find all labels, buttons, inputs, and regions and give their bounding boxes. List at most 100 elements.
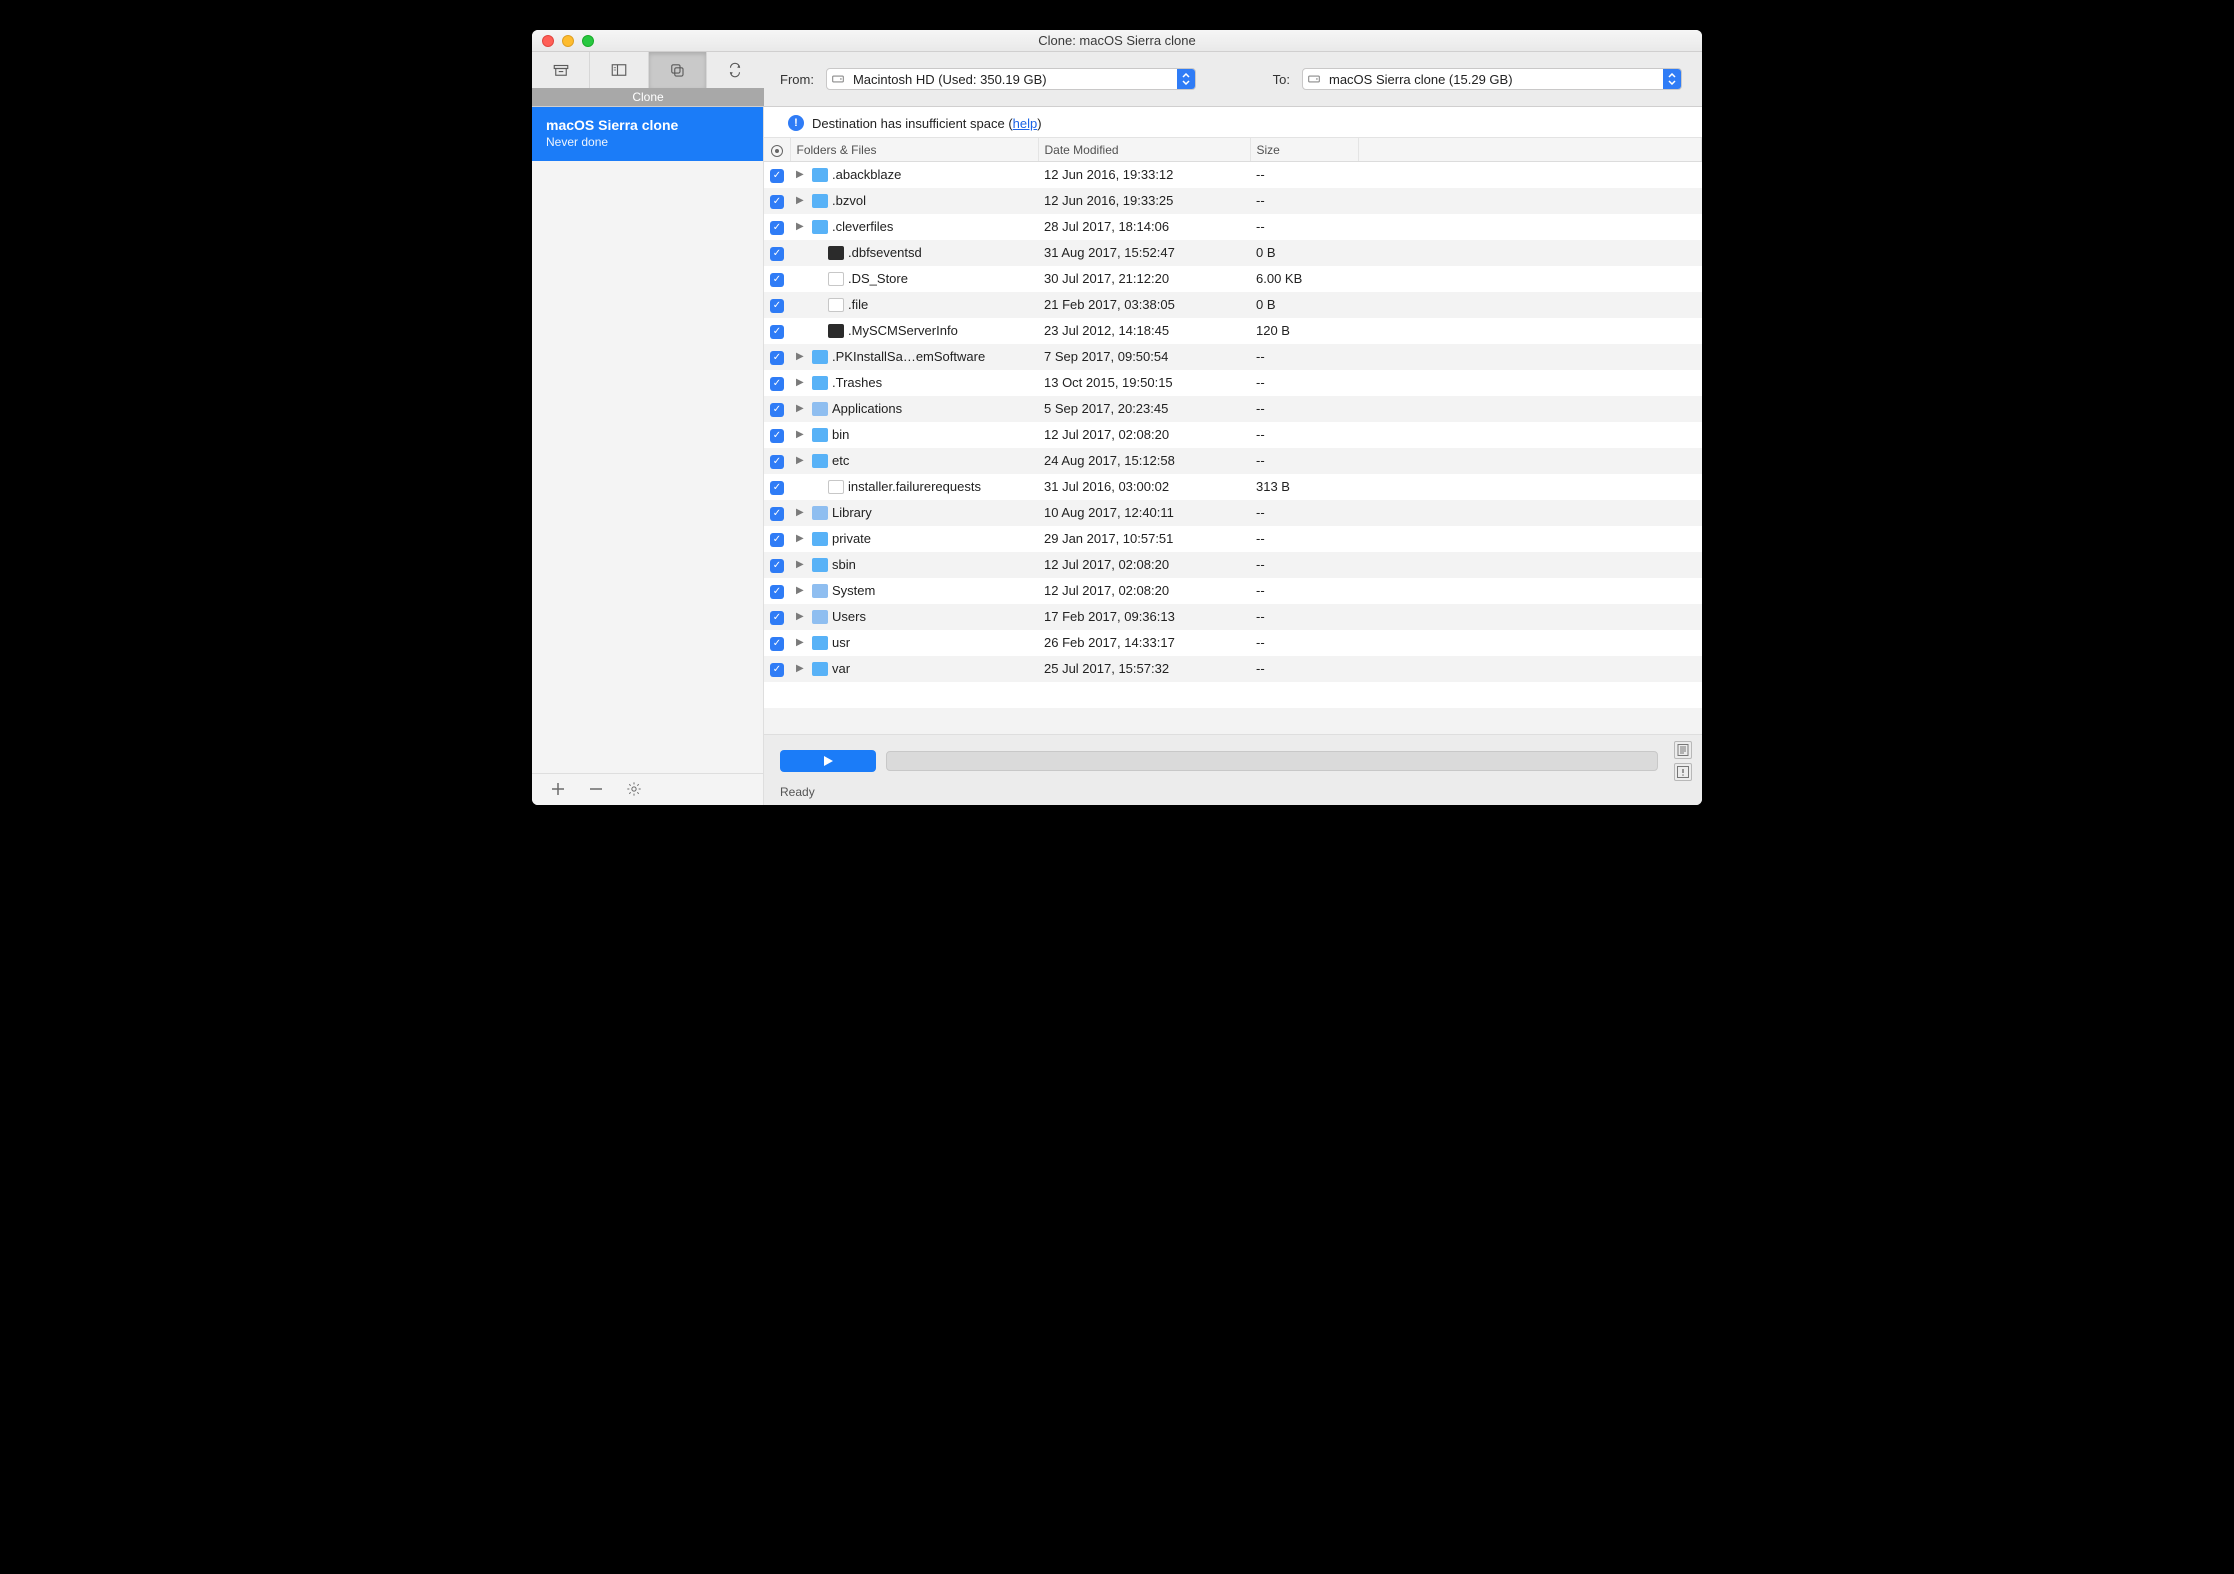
row-checkbox[interactable]: ✓ <box>770 637 784 651</box>
disclosure-triangle[interactable]: ▶ <box>796 169 804 180</box>
row-checkbox[interactable]: ✓ <box>770 247 784 261</box>
folder-icon <box>812 662 828 676</box>
row-date: 12 Jun 2016, 19:33:25 <box>1038 188 1250 214</box>
row-size: 0 B <box>1250 240 1358 266</box>
row-checkbox[interactable]: ✓ <box>770 195 784 209</box>
row-checkbox[interactable]: ✓ <box>770 507 784 521</box>
disclosure-triangle[interactable]: ▶ <box>796 455 804 466</box>
table-row[interactable]: ✓ installer.failurerequests 31 Jul 2016,… <box>764 474 1702 500</box>
disclosure-triangle[interactable]: ▶ <box>796 663 804 674</box>
row-date: 13 Oct 2015, 19:50:15 <box>1038 370 1250 396</box>
table-row[interactable]: ✓ ▶ .Trashes 13 Oct 2015, 19:50:15 -- <box>764 370 1702 396</box>
table-row[interactable]: ✓ ▶ etc 24 Aug 2017, 15:12:58 -- <box>764 448 1702 474</box>
disclosure-triangle[interactable]: ▶ <box>796 403 804 414</box>
mode-sync-button[interactable] <box>707 52 764 88</box>
log-button[interactable] <box>1674 741 1692 759</box>
row-date: 31 Aug 2017, 15:52:47 <box>1038 240 1250 266</box>
disclosure-triangle[interactable]: ▶ <box>796 429 804 440</box>
disclosure-triangle[interactable]: ▶ <box>796 195 804 206</box>
row-size: -- <box>1250 500 1358 526</box>
table-row[interactable]: ✓ .dbfseventsd 31 Aug 2017, 15:52:47 0 B <box>764 240 1702 266</box>
row-checkbox[interactable]: ✓ <box>770 663 784 677</box>
table-row[interactable]: ✓ ▶ Users 17 Feb 2017, 09:36:13 -- <box>764 604 1702 630</box>
row-date: 28 Jul 2017, 18:14:06 <box>1038 214 1250 240</box>
disclosure-triangle[interactable]: ▶ <box>796 221 804 232</box>
row-checkbox[interactable]: ✓ <box>770 585 784 599</box>
remove-task-button[interactable] <box>588 781 604 797</box>
table-row[interactable]: ✓ ▶ .bzvol 12 Jun 2016, 19:33:25 -- <box>764 188 1702 214</box>
disclosure-triangle[interactable]: ▶ <box>796 351 804 362</box>
table-row[interactable]: ✓ ▶ Applications 5 Sep 2017, 20:23:45 -- <box>764 396 1702 422</box>
row-size: -- <box>1250 162 1358 188</box>
file-table: Folders & Files Date Modified Size ✓ ▶ .… <box>764 138 1702 734</box>
column-header-target[interactable] <box>764 138 790 162</box>
table-row[interactable]: ✓ ▶ .cleverfiles 28 Jul 2017, 18:14:06 -… <box>764 214 1702 240</box>
disclosure-triangle[interactable]: ▶ <box>796 611 804 622</box>
row-checkbox[interactable]: ✓ <box>770 611 784 625</box>
to-dropdown[interactable]: macOS Sierra clone (15.29 GB) <box>1302 68 1682 90</box>
row-checkbox[interactable]: ✓ <box>770 351 784 365</box>
column-header-size[interactable]: Size <box>1250 138 1358 162</box>
from-label: From: <box>780 72 814 87</box>
row-date: 12 Jul 2017, 02:08:20 <box>1038 552 1250 578</box>
row-checkbox[interactable]: ✓ <box>770 325 784 339</box>
table-row[interactable]: ✓ .MySCMServerInfo 23 Jul 2012, 14:18:45… <box>764 318 1702 344</box>
disclosure-triangle[interactable]: ▶ <box>796 533 804 544</box>
mode-restore-button[interactable] <box>590 52 648 88</box>
row-name: sbin <box>832 557 856 572</box>
row-checkbox[interactable]: ✓ <box>770 559 784 573</box>
start-button[interactable] <box>780 750 876 772</box>
row-checkbox[interactable]: ✓ <box>770 299 784 313</box>
row-checkbox[interactable]: ✓ <box>770 273 784 287</box>
table-row[interactable]: ✓ ▶ .abackblaze 12 Jun 2016, 19:33:12 -- <box>764 162 1702 188</box>
mode-backup-button[interactable] <box>532 52 590 88</box>
disclosure-triangle[interactable]: ▶ <box>796 585 804 596</box>
table-row[interactable]: ✓ ▶ .PKInstallSa…emSoftware 7 Sep 2017, … <box>764 344 1702 370</box>
disclosure-triangle[interactable]: ▶ <box>796 377 804 388</box>
table-row-empty <box>764 708 1702 734</box>
row-name: private <box>832 531 871 546</box>
row-checkbox[interactable]: ✓ <box>770 403 784 417</box>
row-checkbox[interactable]: ✓ <box>770 481 784 495</box>
row-date: 25 Jul 2017, 15:57:32 <box>1038 656 1250 682</box>
row-size: -- <box>1250 630 1358 656</box>
table-row[interactable]: ✓ ▶ private 29 Jan 2017, 10:57:51 -- <box>764 526 1702 552</box>
row-size: -- <box>1250 604 1358 630</box>
table-row[interactable]: ✓ .DS_Store 30 Jul 2017, 21:12:20 6.00 K… <box>764 266 1702 292</box>
row-checkbox[interactable]: ✓ <box>770 429 784 443</box>
table-row[interactable]: ✓ ▶ Library 10 Aug 2017, 12:40:11 -- <box>764 500 1702 526</box>
minus-icon <box>589 782 603 796</box>
column-header-name[interactable]: Folders & Files <box>790 138 1038 162</box>
help-link[interactable]: help <box>1013 116 1038 131</box>
disclosure-triangle[interactable]: ▶ <box>796 559 804 570</box>
row-checkbox[interactable]: ✓ <box>770 455 784 469</box>
disclosure-triangle[interactable]: ▶ <box>796 637 804 648</box>
column-header-date[interactable]: Date Modified <box>1038 138 1250 162</box>
sidebar-task-item[interactable]: macOS Sierra clone Never done <box>532 107 763 161</box>
to-value: macOS Sierra clone (15.29 GB) <box>1325 72 1663 87</box>
row-checkbox[interactable]: ✓ <box>770 169 784 183</box>
table-row[interactable]: ✓ .file 21 Feb 2017, 03:38:05 0 B <box>764 292 1702 318</box>
from-dropdown[interactable]: Macintosh HD (Used: 350.19 GB) <box>826 68 1196 90</box>
table-row[interactable]: ✓ ▶ System 12 Jul 2017, 02:08:20 -- <box>764 578 1702 604</box>
row-name: .abackblaze <box>832 167 901 182</box>
row-checkbox[interactable]: ✓ <box>770 377 784 391</box>
row-checkbox[interactable]: ✓ <box>770 533 784 547</box>
add-task-button[interactable] <box>550 781 566 797</box>
table-row[interactable]: ✓ ▶ usr 26 Feb 2017, 14:33:17 -- <box>764 630 1702 656</box>
table-row[interactable]: ✓ ▶ sbin 12 Jul 2017, 02:08:20 -- <box>764 552 1702 578</box>
row-name: .bzvol <box>832 193 866 208</box>
row-name: .dbfseventsd <box>848 245 922 260</box>
row-date: 12 Jun 2016, 19:33:12 <box>1038 162 1250 188</box>
row-checkbox[interactable]: ✓ <box>770 221 784 235</box>
table-row[interactable]: ✓ ▶ var 25 Jul 2017, 15:57:32 -- <box>764 656 1702 682</box>
sidebar-toolbar: Clone <box>532 52 764 106</box>
sidebar: macOS Sierra clone Never done <box>532 107 764 805</box>
disclosure-triangle[interactable]: ▶ <box>796 507 804 518</box>
mode-clone-button[interactable] <box>649 52 707 88</box>
info-button[interactable] <box>1674 763 1692 781</box>
table-row[interactable]: ✓ ▶ bin 12 Jul 2017, 02:08:20 -- <box>764 422 1702 448</box>
settings-button[interactable] <box>626 781 642 797</box>
file-table-wrap[interactable]: Folders & Files Date Modified Size ✓ ▶ .… <box>764 137 1702 734</box>
row-name: etc <box>832 453 849 468</box>
